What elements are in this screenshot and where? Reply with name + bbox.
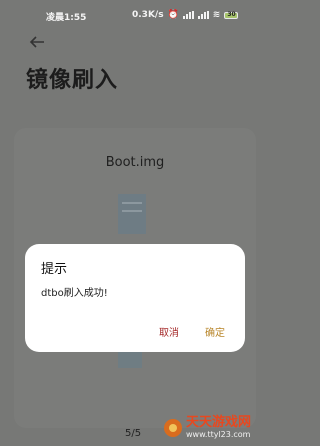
- alert-dialog: 提示 dtbo刷入成功! 取消 确定: [25, 244, 245, 352]
- page-indicator: 5/5: [125, 428, 142, 439]
- status-time: 凌晨1:55: [46, 13, 87, 23]
- signal-icon: [182, 11, 194, 19]
- back-arrow-icon[interactable]: [28, 33, 46, 51]
- cancel-button[interactable]: 取消: [159, 324, 179, 339]
- battery-level: 30: [227, 10, 236, 18]
- status-indicators: 0.3K/s ⏰ ≋ 30: [132, 10, 239, 20]
- watermark-name: 天天游戏网: [186, 415, 252, 431]
- flash-image-page: 凌晨1:55 0.3K/s ⏰ ≋ 30 镜像刷入 Boot.img 5/5 天…: [0, 0, 270, 446]
- watermark-url: www.ttyl23.com: [186, 429, 251, 439]
- image-preview: [118, 194, 146, 234]
- site-watermark: 天天游戏网 www.ttyl23.com: [158, 410, 270, 446]
- wifi-icon: ≋: [212, 10, 221, 20]
- status-bar: 凌晨1:55 0.3K/s ⏰ ≋ 30: [0, 0, 270, 30]
- signal-icon-2: [197, 11, 209, 19]
- alarm-icon: ⏰: [167, 10, 179, 20]
- network-speed: 0.3K/s: [132, 10, 164, 20]
- dialog-title: 提示: [41, 262, 68, 277]
- dialog-message: dtbo刷入成功!: [41, 288, 108, 299]
- battery-icon: 30: [224, 10, 239, 19]
- page-title: 镜像刷入: [26, 68, 119, 93]
- image-title: Boot.img: [105, 155, 165, 170]
- watermark-logo-icon: [164, 419, 182, 437]
- confirm-button[interactable]: 确定: [205, 324, 225, 339]
